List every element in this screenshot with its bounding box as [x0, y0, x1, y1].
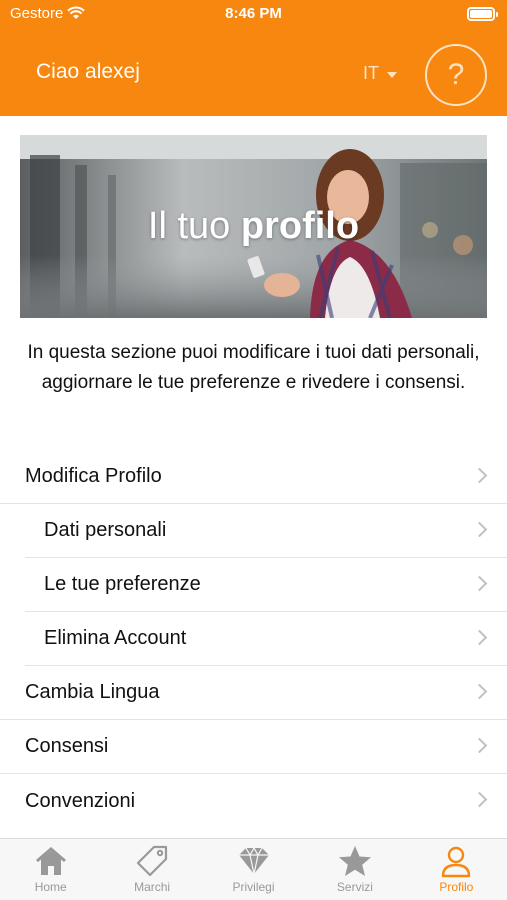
star-icon [338, 846, 371, 876]
diamond-icon [238, 846, 269, 875]
menu-item-consensi[interactable]: Consensi [0, 720, 507, 774]
language-code: IT [363, 63, 379, 83]
tab-bar: Home Marchi Privilegi Servizi Profilo [0, 838, 507, 900]
tab-servizi[interactable]: Servizi [304, 839, 405, 900]
tab-label: Privilegi [232, 880, 275, 894]
battery-icon [467, 7, 498, 21]
status-bar: Gestore 8:46 PM [0, 0, 507, 30]
tab-home[interactable]: Home [0, 839, 101, 900]
menu-item-dati-personali[interactable]: Dati personali [25, 504, 507, 558]
tab-label: Servizi [336, 880, 373, 894]
person-icon [442, 846, 471, 878]
menu-item-label: Elimina Account [44, 627, 187, 649]
clock: 8:46 PM [225, 5, 282, 22]
menu-item-label: Cambia Lingua [25, 681, 160, 703]
menu-item-elimina-account[interactable]: Elimina Account [25, 612, 507, 666]
hero-title-emphasis: profilo [240, 205, 360, 247]
chevron-down-icon [387, 71, 397, 78]
home-icon [35, 847, 66, 875]
menu-item-label: Modifica Profilo [25, 465, 162, 487]
tab-label: Marchi [134, 880, 171, 894]
chevron-right-icon [471, 467, 488, 484]
menu-item-label: Le tue preferenze [44, 573, 201, 595]
menu-item-preferenze[interactable]: Le tue preferenze [25, 558, 507, 612]
profile-hero-banner: Il tuo profilo [20, 135, 487, 318]
help-button[interactable]: ? [425, 44, 487, 106]
menu-item-label: Convenzioni [25, 789, 136, 812]
tab-label: Profilo [439, 880, 474, 894]
chevron-right-icon [471, 629, 488, 646]
hero-title: Il tuo profilo [20, 205, 487, 248]
section-description: In questa sezione puoi modificare i tuoi… [27, 342, 480, 393]
menu-item-cambia-lingua[interactable]: Cambia Lingua [0, 666, 507, 720]
language-selector[interactable]: IT [363, 63, 397, 84]
menu-item-label: Dati personali [44, 519, 167, 541]
hero-title-prefix: Il tuo [147, 205, 241, 247]
tab-label: Home [34, 880, 67, 894]
profile-menu: Modifica Profilo Dati personali Le tue p… [0, 450, 507, 828]
tag-icon [137, 845, 168, 877]
tab-marchi[interactable]: Marchi [101, 839, 202, 900]
tab-profilo[interactable]: Profilo [406, 839, 507, 900]
chevron-right-icon [471, 737, 488, 754]
chevron-right-icon [471, 683, 488, 700]
tab-privilegi[interactable]: Privilegi [203, 839, 304, 900]
menu-item-label: Consensi [25, 735, 109, 757]
menu-item-modifica-profilo[interactable]: Modifica Profilo [0, 450, 507, 504]
greeting-text: Ciao alexej [36, 60, 140, 83]
chevron-right-icon [471, 575, 488, 592]
app-header: Gestore 8:46 PM Ciao alexej IT ? [0, 0, 507, 116]
chevron-right-icon [471, 791, 488, 808]
menu-item-convenzioni[interactable]: Convenzioni [0, 774, 507, 828]
chevron-right-icon [471, 521, 488, 538]
